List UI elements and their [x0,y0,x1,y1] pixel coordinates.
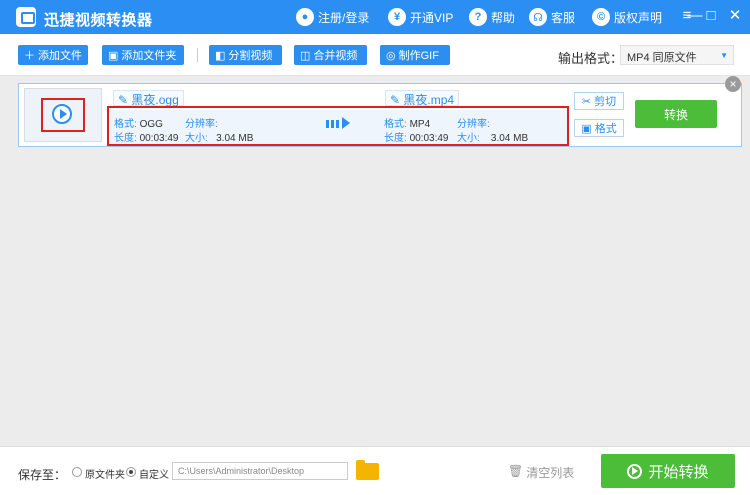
radio-original-folder[interactable] [72,467,82,477]
minimize-button[interactable]: — [687,8,703,24]
help-link[interactable]: ? 帮助 [469,7,515,27]
info-highlight-frame [107,106,569,146]
convert-button[interactable]: 转换 [635,100,717,128]
radio-custom[interactable] [126,467,136,477]
vip-label: 开通VIP [410,10,454,25]
output-format-select[interactable]: MP4 同原文件 ▼ [620,45,734,65]
save-to-label: 保存至： [18,468,67,482]
format-button[interactable]: ▣ 格式 [574,119,624,137]
remove-item-button[interactable]: × [725,76,741,92]
app-logo-icon [16,7,36,27]
split-icon: ◧ [215,49,226,62]
chevron-down-icon: ▼ [720,51,728,60]
source-filename[interactable]: ✎ 黑夜.ogg [113,90,184,107]
add-folder-button[interactable]: ▣ 添加文件夹 [102,45,184,65]
copyright-icon: © [592,8,610,26]
folder-add-icon: ▣ [108,49,119,62]
close-window-button[interactable]: ✕ [727,8,743,24]
trash-icon: 🗑 [508,464,524,478]
scissors-icon: ✂ [581,95,592,108]
copyright-link[interactable]: © 版权声明 [592,7,662,27]
support-label: 客服 [551,10,576,25]
folder-icon[interactable] [356,460,379,480]
start-convert-button[interactable]: 开始转换 [601,454,735,488]
custom-label: 自定义 [139,470,169,481]
clear-list-button[interactable]: 🗑 清空列表 [508,464,574,481]
login-link[interactable]: ● 注册/登录 [296,7,369,27]
support-link[interactable]: ☊ 客服 [529,7,575,27]
play-circle-icon [627,463,643,479]
user-icon: ● [296,8,314,26]
copyright-label: 版权声明 [614,10,663,25]
target-filename[interactable]: ✎ 黑夜.mp4 [385,90,460,107]
title-bar: 迅捷视频转换器 ● 注册/登录 ¥ 开通VIP ? 帮助 ☊ 客服 © 版权声明… [0,0,750,34]
maximize-button[interactable]: □ [703,8,719,24]
toolbar-divider [197,48,198,62]
make-gif-button[interactable]: ◎ 制作GIF [380,45,450,65]
cut-button[interactable]: ✂ 剪切 [574,92,624,110]
add-file-button[interactable]: ＋ 添加文件 [18,45,88,65]
output-format-label: 输出格式： [558,51,624,66]
help-icon: ? [469,8,487,26]
gif-icon: ◎ [386,49,396,62]
edit-icon: ✎ [118,93,129,107]
headset-icon: ☊ [529,8,547,26]
original-folder-label: 原文件夹 [85,470,125,481]
merge-icon: ◫ [300,49,311,62]
app-title: 迅捷视频转换器 [44,12,153,29]
output-format-value: MP4 同原文件 [627,52,697,64]
merge-video-button[interactable]: ◫ 合并视频 [294,45,367,65]
output-path-field[interactable]: C:\Users\Administrator\Desktop [172,462,348,480]
vip-link[interactable]: ¥ 开通VIP [388,7,453,27]
play-icon[interactable] [52,104,72,124]
bottom-bar: 保存至： 原文件夹 自定义 C:\Users\Administrator\Des… [0,446,750,495]
help-label: 帮助 [491,10,516,25]
login-label: 注册/登录 [318,10,370,25]
edit-icon: ✎ [390,93,401,107]
plus-icon: ＋ [24,50,35,62]
vip-icon: ¥ [388,8,406,26]
split-video-button[interactable]: ◧ 分割视频 [209,45,282,65]
format-icon: ▣ [581,122,592,135]
